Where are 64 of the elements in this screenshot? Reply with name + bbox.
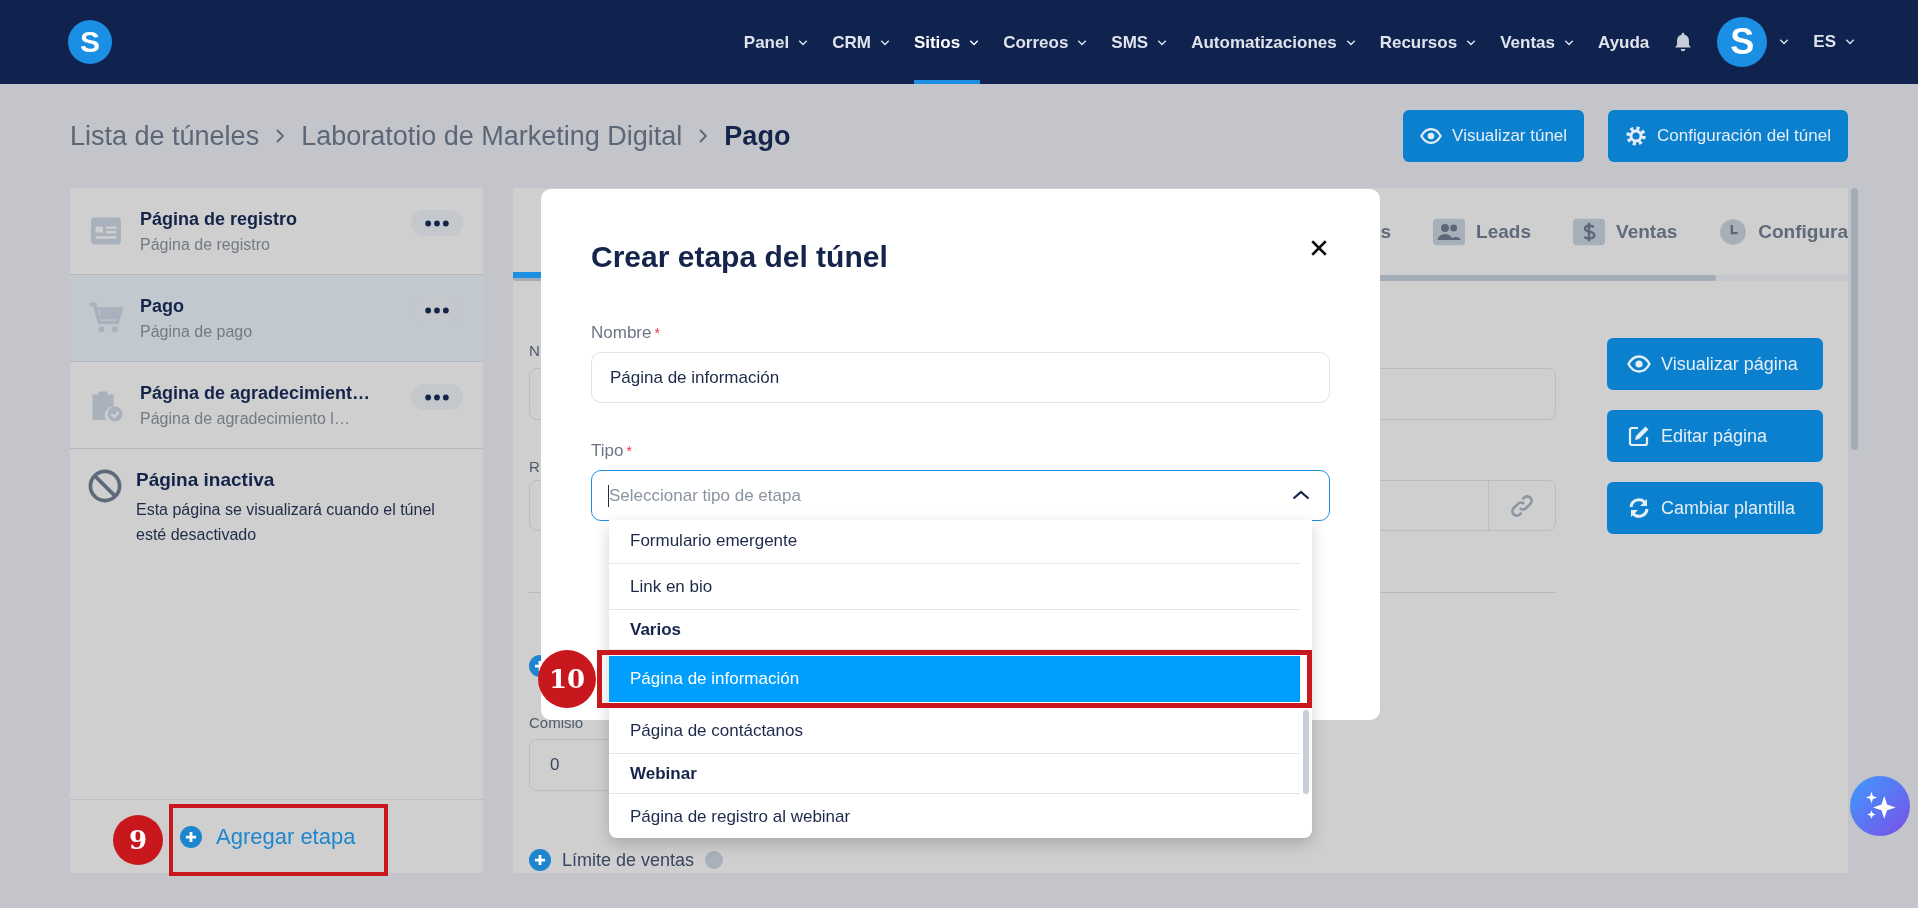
ban-icon [88,469,122,503]
plus-icon [529,849,551,871]
annotation-badge: 10 [538,650,596,708]
required-mark: * [626,442,632,461]
field-label: Comisio [529,714,584,732]
field-label: N [529,342,540,360]
nav-menu-item[interactable]: Sitios [913,0,981,84]
page-action-button[interactable]: Cambiar plantilla [1607,482,1823,534]
plus-icon [180,825,202,848]
gear-icon [1625,125,1648,147]
sales-limit-label[interactable]: Límite de ventas [562,849,695,871]
inactive-title: Página inactiva [136,469,275,491]
more-button[interactable] [411,384,463,410]
refresh-icon [1627,496,1651,520]
dropdown-option[interactable]: Página de registro al webinar [609,794,1300,838]
nav-menu-item[interactable]: Automatizaciones [1191,0,1357,84]
step-title: Página de agradecimient… [140,382,371,404]
clock-icon [1719,217,1748,246]
more-icon [425,219,449,227]
close-button[interactable] [1310,239,1328,257]
required-mark: * [654,324,660,343]
dropdown-option[interactable]: Formulario emergente [609,520,1300,564]
modal-title: Crear etapa del túnel [591,239,888,275]
eye-icon [1627,352,1651,376]
nav-menu-item[interactable]: Panel [743,0,810,84]
breadcrumb-current: Pago [724,120,791,152]
more-button[interactable] [411,210,463,236]
nav-menu-item[interactable]: Correos [1003,0,1089,84]
nav-menu-item[interactable]: Recursos [1379,0,1478,84]
scrollbar[interactable] [1851,188,1858,450]
nav-menu-item[interactable]: CRM [832,0,891,84]
nav-menu-item[interactable]: SMS [1111,0,1169,84]
header-button[interactable]: Visualizar túnel [1403,110,1585,162]
language-selector[interactable]: ES [1813,32,1856,52]
nav-menu-item[interactable]: Ayuda [1598,0,1650,84]
more-icon [425,393,449,401]
annotation-badge: 9 [113,815,163,865]
edit-icon [1627,424,1651,448]
field-label: R [529,458,540,476]
step-title: Pago [140,295,184,317]
option-group-header: Varios [609,610,1300,650]
name-input[interactable]: Página de información [591,352,1330,403]
field-label: Nombre [591,323,652,343]
step-item[interactable]: Página de agradecimient… Página de agradecimiento l… [70,362,483,449]
step-title: Página de registro [140,208,298,230]
page-action-button[interactable]: Visualizar página [1607,338,1823,390]
option-group-header: Webinar [609,754,1300,794]
step-item[interactable]: Pago Página de pago [70,275,483,362]
step-subtitle: Página de registro [140,235,270,254]
close-icon [1310,239,1328,257]
field-label: Tipo [591,441,624,461]
link-icon [1509,492,1535,519]
dropdown-option[interactable]: Link en bio [609,564,1300,610]
eye-icon [1420,125,1443,147]
scrollbar[interactable] [1303,710,1309,794]
step-subtitle: Página de pago [140,322,253,341]
nav-menu-item[interactable]: Ventas [1500,0,1575,84]
more-icon [425,306,449,314]
page-action-button[interactable]: Editar página [1607,410,1823,462]
header-button[interactable]: Configuración del túnel [1608,110,1848,162]
step-subtitle: Página de agradecimiento l… [140,409,350,428]
inactive-description: Esta página se visualizará cuando el túnel esté desactivado [136,500,436,545]
dropdown-option[interactable]: Página de contáctanos [609,708,1300,754]
ai-assistant-button[interactable] [1850,776,1910,836]
